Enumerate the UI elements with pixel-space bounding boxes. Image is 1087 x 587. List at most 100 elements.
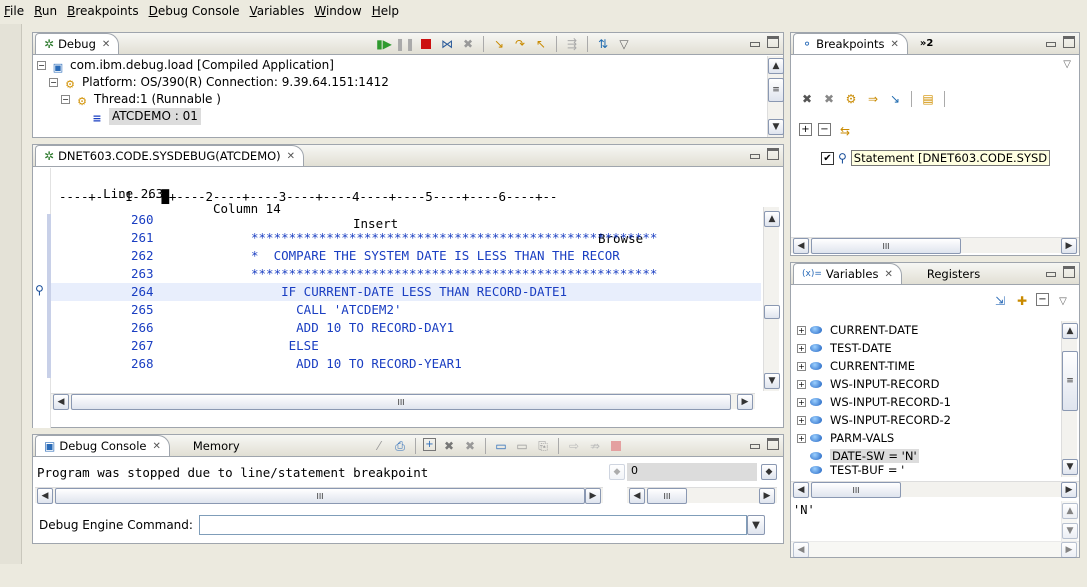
maximize-icon[interactable] [767,438,779,450]
remove-breakpoint-icon[interactable]: ✖ [799,91,815,107]
collapse-all-icon[interactable]: − [818,123,831,136]
close-icon[interactable]: ✕ [891,39,899,50]
drop-to-frame-icon[interactable]: ⇶ [564,36,580,52]
command-dropdown-icon[interactable]: ▼ [746,515,765,535]
variables-hscroll[interactable]: ◀ III ▶ [791,481,1079,498]
scroll-down-icon[interactable]: ▼ [768,119,784,135]
variable-row-selected[interactable]: DATE-SW = 'N' [797,447,1057,465]
scroll-thumb[interactable]: III [55,488,585,504]
menu-help[interactable]: Help [372,4,399,18]
variables-vscroll[interactable]: ▲ ≡ ▼ [1061,321,1078,477]
scroll-up-icon[interactable]: ▲ [1062,323,1078,339]
step-into-icon[interactable]: ↘ [491,36,507,52]
link-editor-icon[interactable]: ⇆ [837,123,853,139]
scroll-up-icon[interactable]: ▲ [768,58,784,74]
scroll-left-icon[interactable]: ◀ [37,488,53,504]
tab-breakpoints[interactable]: ⚬ Breakpoints ✕ [793,33,908,54]
code-line[interactable]: 261 *************************************… [51,229,761,247]
close-icon[interactable]: ✕ [152,441,160,452]
scroll-left-icon[interactable]: ◀ [793,238,809,254]
checkbox-checked-icon[interactable]: ✔ [821,151,834,165]
minimize-icon[interactable] [1045,266,1057,278]
scroll-down-icon[interactable]: ▼ [764,373,780,389]
close-icon[interactable]: ✕ [287,151,295,162]
show-types-icon[interactable]: ⇲ [992,293,1008,309]
expand-icon[interactable]: + [797,379,806,389]
expand-icon[interactable]: + [797,361,806,371]
expand-icon[interactable]: + [797,343,806,353]
collapse-icon[interactable]: − [49,78,58,87]
spin-button[interactable]: ◆ [761,464,777,480]
breakpoints-hscroll[interactable]: ◀ III ▶ [791,237,1079,254]
console-hscroll[interactable]: ◀ III ▶ [35,487,603,504]
menu-file[interactable]: File [4,4,24,18]
expand-icon[interactable]: + [797,433,806,443]
scroll-thumb[interactable]: ≡ [768,78,784,102]
minimize-icon[interactable] [1045,36,1057,48]
minimize-icon[interactable] [749,36,761,48]
console-side-value[interactable]: 0 [627,463,757,481]
console-output[interactable]: Program was stopped due to line/statemen… [37,465,428,480]
tab-debug-console[interactable]: ▣ Debug Console ✕ [35,435,170,456]
terminate-icon[interactable] [418,36,434,52]
add-variable-icon[interactable]: ✚ [1014,293,1030,309]
scroll-left-icon[interactable]: ◀ [793,542,809,558]
scroll-right-icon[interactable]: ▶ [1061,238,1077,254]
scroll-right-icon[interactable]: ▶ [1061,482,1077,498]
scroll-right-icon[interactable]: ▶ [759,488,775,504]
debug-engine-command-input[interactable] [198,515,747,535]
minimize-icon[interactable] [749,148,761,160]
tab-registers[interactable]: Registers [918,263,989,284]
breakpoint-item[interactable]: ✔ ⚲ Statement [DNET603.CODE.SYSD [821,150,1051,166]
menu-breakpoints[interactable]: Breakpoints [67,4,138,18]
load-icon[interactable]: ▭ [493,438,509,454]
scroll-thumb[interactable]: III [811,482,901,498]
variable-row[interactable]: + CURRENT-DATE [797,321,1057,339]
scroll-down-icon[interactable]: ▼ [1062,523,1078,539]
add-monitor-icon[interactable]: + [423,438,436,451]
variable-row[interactable]: TEST-BUF = ' [797,465,1057,475]
skip-breakpoints-icon[interactable]: ↘ [887,91,903,107]
code-area[interactable]: 260 261 *********************************… [51,207,761,393]
spin-button[interactable]: ◆ [609,464,625,480]
tree-node-frame[interactable]: ≡ ATCDEMO : 01 [37,108,779,125]
show-supported-icon[interactable]: ▤ [920,91,936,107]
code-line[interactable]: 265 CALL 'ATCDEM2' [51,301,761,319]
scroll-right-icon[interactable]: ▶ [1061,542,1077,558]
variable-row[interactable]: + PARM-VALS [797,429,1057,447]
step-filter-icon[interactable]: ⇅ [595,36,611,52]
variable-row[interactable]: + TEST-DATE [797,339,1057,357]
code-line[interactable]: 260 [51,211,761,229]
code-line[interactable]: 262 * COMPARE THE SYSTEM DATE IS LESS THA… [51,247,761,265]
remove-terminated-icon[interactable]: ✖ [460,36,476,52]
step-over-icon[interactable]: ↷ [512,36,528,52]
menu-debug-console[interactable]: Debug Console [149,4,240,18]
tree-node-platform[interactable]: − ⚙ Platform: OS/390(R) Connection: 9.39.6… [37,74,779,91]
tab-debug[interactable]: ✲ Debug ✕ [35,33,120,54]
maximize-icon[interactable] [767,148,779,160]
maximize-icon[interactable] [1063,36,1075,48]
variable-row[interactable]: + WS-INPUT-RECORD [797,375,1057,393]
variable-row[interactable]: + WS-INPUT-RECORD-1 [797,393,1057,411]
expand-all-icon[interactable]: + [799,123,812,136]
tree-node-thread[interactable]: − ⚙ Thread:1 (Runnable ) [37,91,779,108]
side-hscroll[interactable]: ◀ III ▶ [627,487,777,504]
maximize-icon[interactable] [1063,266,1075,278]
scroll-up-icon[interactable]: ▲ [1062,503,1078,519]
print-icon[interactable]: ⎙ [392,438,408,454]
go-to-file-icon[interactable]: ⇒ [865,91,881,107]
detail-vscroll[interactable]: ▲ ▼ [1061,501,1078,541]
scroll-thumb[interactable]: III [647,488,687,504]
disconnect-icon[interactable]: ⋈ [439,36,455,52]
scroll-thumb[interactable] [764,305,780,319]
debug-vscroll[interactable]: ▲ ≡ ▼ [767,56,784,137]
close-icon[interactable]: ✕ [102,39,110,50]
close-icon[interactable]: ✕ [884,269,892,280]
code-line-current[interactable]: 264 IF CURRENT-DATE LESS THAN RECORD-DAT… [51,283,761,301]
menu-variables[interactable]: Variables [250,4,305,18]
variable-row[interactable]: + CURRENT-TIME [797,357,1057,375]
editor-hscroll[interactable]: ◀ III ▶ [51,393,755,410]
tree-node-launch[interactable]: − ▣ com.ibm.debug.load [Compiled Applicati… [37,57,779,74]
view-menu-icon[interactable]: ▽ [616,36,632,52]
remove-monitor-icon[interactable]: ✖ [441,438,457,454]
